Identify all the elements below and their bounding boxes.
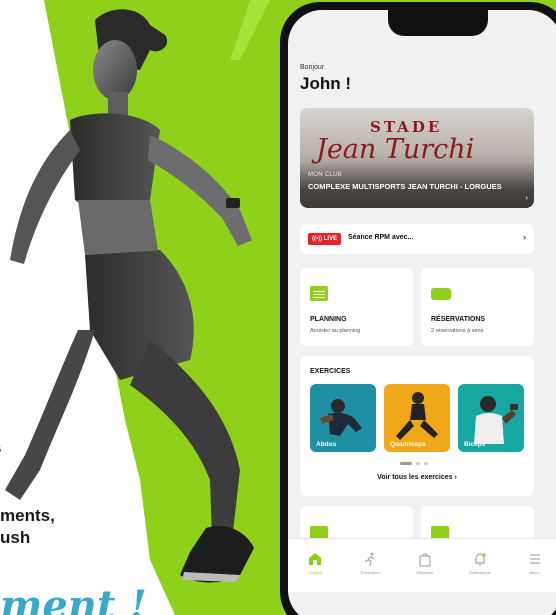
tab-reserver[interactable]: Réserver (398, 539, 453, 592)
carousel-dot-active (400, 462, 412, 465)
exercises-title: EXERCICES (310, 368, 351, 375)
planning-title: PLANNING (310, 316, 347, 323)
home-icon (309, 553, 322, 565)
chevron-right-icon: › (523, 232, 526, 242)
tab-label: Notifications (468, 570, 491, 575)
exercise-label: Biceps (464, 441, 486, 448)
live-badge: ((•)) LIVE (308, 233, 342, 245)
ticket-icon (431, 288, 451, 300)
promo-text-line-3: ush (0, 528, 31, 547)
reservations-tile[interactable]: RÉSERVATIONS 2 réservations à venir (421, 268, 534, 346)
tab-label: Réserver (416, 570, 434, 575)
bell-icon (475, 553, 486, 566)
carousel-dots (400, 462, 428, 465)
my-club-card[interactable]: STADE Jean Turchi MON CLUB COMPLEXE MULT… (300, 108, 534, 208)
calendar-icon (310, 286, 328, 301)
see-all-exercises-link[interactable]: Voir tous les exercices › (300, 474, 534, 481)
planning-tile[interactable]: PLANNING Accéder au planning (300, 268, 413, 346)
greeting-text: Bonjour (300, 64, 325, 71)
tab-label: Accueil (308, 570, 322, 575)
exercises-card: EXERCICES Abdos Quadriceps Biceps Voir t… (300, 356, 534, 496)
exercise-label: Abdos (316, 441, 337, 448)
phone-mockup: Bonjour John ! STADE Jean Turchi MON CLU… (280, 2, 556, 615)
promo-script-headline: ment ! (0, 582, 147, 615)
promo-text-line-1: s (0, 438, 1, 458)
live-session-title: Séance RPM avec... (348, 234, 414, 241)
reservations-subtitle: 2 réservations à venir (431, 328, 484, 334)
bag-icon (419, 553, 431, 567)
planning-subtitle: Accéder au planning (310, 328, 361, 334)
live-session-card[interactable]: ((•)) LIVE Séance RPM avec... › (300, 224, 534, 254)
phone-notch (388, 10, 488, 36)
runner-icon (364, 552, 375, 567)
app-screen: Bonjour John ! STADE Jean Turchi MON CLU… (288, 10, 556, 615)
club-label: MON CLUB (308, 172, 343, 178)
carousel-dot (424, 462, 428, 465)
promo-text-line-2: ments, (0, 506, 55, 525)
user-name: John ! (300, 74, 351, 93)
tab-sentrainer[interactable]: S'entraîner (343, 539, 398, 592)
tab-label: Menu (529, 570, 540, 575)
reservations-title: RÉSERVATIONS (431, 316, 486, 323)
exercise-thumb-biceps[interactable]: Biceps (458, 384, 524, 452)
tab-menu[interactable]: Menu (507, 539, 556, 592)
club-name: COMPLEXE MULTISPORTS JEAN TURCHI - LORGU… (308, 182, 502, 191)
chevron-right-icon: › (525, 193, 528, 202)
exercise-thumb-abdos[interactable]: Abdos (310, 384, 376, 452)
tab-accueil[interactable]: Accueil (288, 539, 343, 592)
club-image-script: Jean Turchi (316, 134, 475, 165)
carousel-dot (416, 462, 420, 465)
bottom-tab-bar: Accueil S'entraîner Réserver Notificatio… (288, 538, 556, 592)
tab-label: S'entraîner (360, 570, 380, 575)
exercise-label: Quadriceps (390, 441, 426, 448)
tab-notifications[interactable]: Notifications (452, 539, 507, 592)
exercise-thumb-quadriceps[interactable]: Quadriceps (384, 384, 450, 452)
menu-icon (529, 554, 540, 564)
